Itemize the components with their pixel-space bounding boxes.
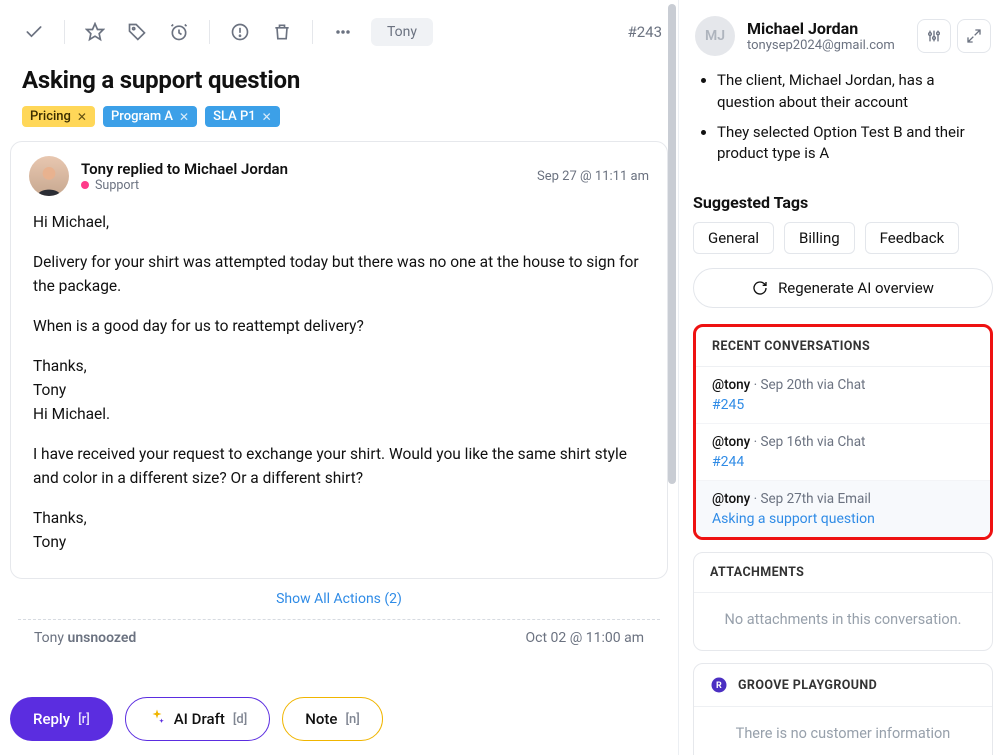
trash-icon[interactable] [264, 14, 300, 50]
show-all-actions[interactable]: Show All Actions (2) [10, 579, 668, 615]
conversation-id: #243 [627, 23, 662, 41]
message-role: Support [95, 178, 139, 193]
customer-name: Michael Jordan [747, 19, 895, 38]
playground-empty: There is no customer information [694, 707, 992, 755]
separator [312, 20, 313, 44]
refresh-icon [752, 280, 768, 296]
playground-section: r Groove Playground There is no customer… [693, 663, 993, 755]
chip-feedback[interactable]: Feedback [865, 222, 960, 254]
right-panel: MJ Michael Jordan tonysep2024@gmail.com … [678, 0, 1007, 755]
tag-icon[interactable] [119, 14, 155, 50]
recent-conversations: Recent Conversations @tony · Sep 20th vi… [693, 324, 993, 540]
groove-icon: r [710, 676, 728, 694]
status-dot [81, 181, 89, 189]
conv-item[interactable]: @tony · Sep 27th via Email Asking a supp… [696, 481, 990, 537]
conv-who: @tony [712, 491, 750, 507]
msg-p: Delivery for your shirt was attempted to… [33, 250, 645, 298]
customer-header: MJ Michael Jordan tonysep2024@gmail.com [693, 10, 993, 66]
note-key: [n] [345, 712, 359, 727]
conv-meta: Sep 16th via Chat [760, 434, 865, 450]
separator [209, 20, 210, 44]
tag-pricing[interactable]: Pricing ✕ [22, 106, 95, 127]
playground-label: Groove Playground [738, 678, 877, 693]
msg-p: Hi Michael, [33, 210, 645, 234]
conv-item[interactable]: @tony · Sep 20th via Chat #245 [696, 367, 990, 424]
suggested-tags-title: Suggested Tags [693, 193, 993, 212]
bullet: The client, Michael Jordan, has a questi… [717, 70, 993, 114]
separator [64, 20, 65, 44]
ai-key: [d] [233, 712, 247, 727]
snooze-icon[interactable] [161, 14, 197, 50]
spam-icon[interactable] [222, 14, 258, 50]
tag-label: SLA P1 [213, 109, 256, 124]
message-card: Tony replied to Michael Jordan Support S… [10, 141, 668, 579]
ai-label: AI Draft [174, 710, 225, 728]
expand-icon[interactable] [957, 19, 991, 53]
suggested-tags: General Billing Feedback [693, 222, 993, 254]
reply-key: [r] [78, 712, 90, 727]
chip-general[interactable]: General [693, 222, 774, 254]
settings-icon[interactable] [917, 19, 951, 53]
recent-title: Recent Conversations [696, 327, 990, 367]
conv-subject[interactable]: Asking a support question [712, 511, 974, 527]
unsnooze-row: Tony unsnoozed Oct 02 @ 11:00 am [10, 620, 668, 646]
page-title: Asking a support question [0, 60, 678, 100]
regen-label: Regenerate AI overview [778, 279, 934, 297]
tag-program-a[interactable]: Program A ✕ [103, 106, 197, 127]
msg-p: Thanks, Tony [33, 506, 645, 554]
msg-p: When is a good day for us to reattempt d… [33, 314, 645, 338]
message-from: Tony replied to Michael Jordan [81, 160, 288, 178]
conv-who: @tony [712, 377, 750, 393]
customer-email: tonysep2024@gmail.com [747, 38, 895, 53]
attachments-title: Attachments [694, 553, 992, 593]
ai-draft-button[interactable]: AI Draft [d] [125, 697, 271, 741]
message-body: Hi Michael, Delivery for your shirt was … [11, 206, 667, 578]
msg-p: Thanks, Tony Hi Michael. [33, 354, 645, 426]
close-icon[interactable]: ✕ [179, 110, 189, 124]
note-label: Note [305, 710, 337, 728]
more-icon[interactable] [325, 14, 361, 50]
sparkle-icon [148, 708, 166, 730]
reply-button[interactable]: Reply [r] [10, 697, 113, 741]
bullet: They selected Option Test B and their pr… [717, 122, 993, 166]
check-icon[interactable] [16, 14, 52, 50]
close-icon[interactable]: ✕ [262, 110, 272, 124]
tag-sla-p1[interactable]: SLA P1 ✕ [205, 106, 280, 127]
avatar: MJ [695, 16, 735, 56]
playground-title: r Groove Playground [694, 664, 992, 707]
ai-overview-bullets: The client, Michael Jordan, has a questi… [693, 66, 993, 185]
toolbar: Tony #243 [0, 0, 678, 60]
unsnooze-action: unsnoozed [68, 630, 137, 646]
tag-label: Pricing [30, 109, 71, 124]
unsnooze-when: Oct 02 @ 11:00 am [526, 630, 645, 646]
star-icon[interactable] [77, 14, 113, 50]
unsnooze-who: Tony [34, 630, 64, 646]
conv-item[interactable]: @tony · Sep 16th via Chat #244 [696, 424, 990, 481]
svg-text:r: r [716, 681, 722, 691]
close-icon[interactable]: ✕ [77, 110, 87, 124]
conv-subject[interactable]: #244 [712, 454, 974, 470]
conv-meta: Sep 27th via Email [760, 491, 870, 507]
conv-who: @tony [712, 434, 750, 450]
attachments-empty: No attachments in this conversation. [694, 593, 992, 650]
message-header: Tony replied to Michael Jordan Support S… [11, 142, 667, 206]
left-scrollbar[interactable] [668, 4, 676, 484]
conv-subject[interactable]: #245 [712, 397, 974, 413]
regenerate-button[interactable]: Regenerate AI overview [693, 268, 993, 308]
conv-meta: Sep 20th via Chat [760, 377, 865, 393]
conversation-scroll[interactable]: Tony replied to Michael Jordan Support S… [0, 141, 678, 685]
avatar [29, 156, 69, 196]
message-time: Sep 27 @ 11:11 am [537, 169, 649, 184]
chip-billing[interactable]: Billing [784, 222, 855, 254]
assignee-badge[interactable]: Tony [371, 18, 433, 46]
bottom-bar: Reply [r] AI Draft [d] Note [n] [0, 685, 678, 755]
msg-p: I have received your request to exchange… [33, 442, 645, 490]
note-button[interactable]: Note [n] [282, 697, 382, 741]
tags-row: Pricing ✕ Program A ✕ SLA P1 ✕ [0, 100, 678, 141]
attachments-section: Attachments No attachments in this conve… [693, 552, 993, 651]
tag-label: Program A [111, 109, 173, 124]
reply-label: Reply [33, 710, 70, 728]
